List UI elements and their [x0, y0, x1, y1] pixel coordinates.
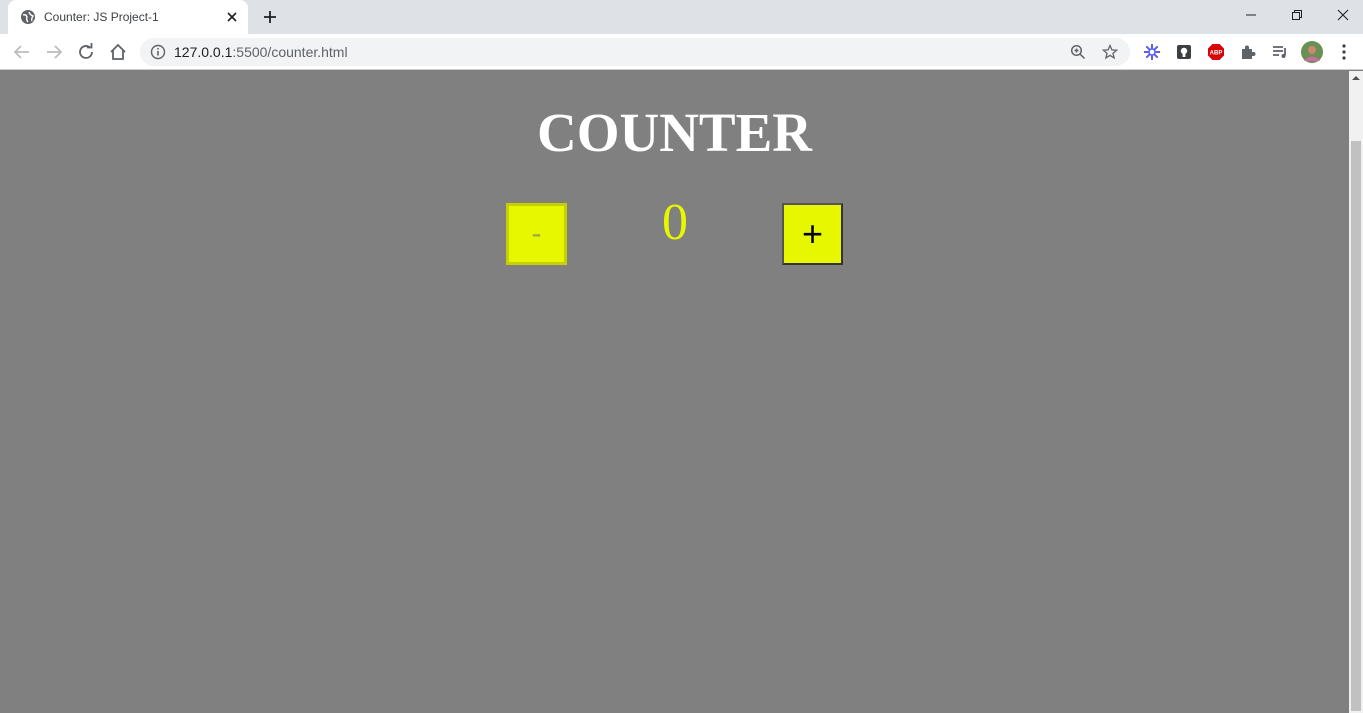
reload-button[interactable] [74, 40, 98, 64]
tab-title: Counter: JS Project-1 [44, 10, 159, 24]
scroll-thumb[interactable] [1351, 141, 1361, 711]
browser-menu-button[interactable] [1334, 42, 1354, 62]
browser-tab[interactable]: Counter: JS Project-1 [8, 0, 248, 34]
url-path: :5500/counter.html [232, 44, 348, 60]
extension-bulb-button[interactable] [1174, 42, 1194, 62]
home-button[interactable] [106, 40, 130, 64]
forward-button[interactable] [42, 40, 66, 64]
adblock-button[interactable]: ABP [1206, 42, 1226, 62]
page-viewport: COUNTER - 0 + [0, 71, 1349, 713]
profile-button[interactable] [1300, 40, 1324, 64]
close-window-button[interactable] [1320, 0, 1363, 30]
increment-button[interactable]: + [782, 203, 843, 265]
bookmark-star-icon[interactable] [1102, 44, 1118, 60]
zoom-icon[interactable] [1070, 44, 1086, 60]
reload-icon [79, 43, 93, 59]
forward-arrow-icon [47, 45, 63, 59]
kebab-menu-icon [1342, 44, 1346, 60]
address-bar[interactable]: 127.0.0.1:5500/counter.html [140, 38, 1130, 66]
site-info-icon[interactable] [150, 44, 166, 60]
close-window-icon [1337, 9, 1349, 21]
vertical-scrollbar[interactable] [1349, 71, 1363, 713]
extensions-button[interactable] [1238, 42, 1258, 62]
scroll-up-arrow[interactable] [1349, 71, 1363, 85]
minimize-icon [1246, 14, 1256, 16]
url-host: 127.0.0.1 [174, 44, 233, 60]
extension-asterisk-button[interactable] [1142, 42, 1162, 62]
adblock-icon: ABP [1208, 44, 1224, 60]
playlist-icon [1273, 46, 1286, 58]
minimize-button[interactable] [1228, 0, 1274, 30]
home-icon [110, 43, 126, 60]
decrement-button[interactable]: - [506, 203, 567, 265]
browser-toolbar: 127.0.0.1:5500/counter.html ABP [0, 34, 1363, 70]
asterisk-extension-icon [1144, 44, 1160, 60]
restore-button[interactable] [1274, 0, 1320, 30]
new-tab-icon[interactable] [258, 6, 282, 28]
url-text: 127.0.0.1:5500/counter.html [174, 44, 348, 60]
close-tab-icon[interactable] [224, 9, 240, 25]
counter-value: 0 [662, 194, 688, 251]
puzzle-icon [1242, 45, 1256, 59]
triangle-up-icon [1352, 76, 1360, 80]
tab-strip: Counter: JS Project-1 [0, 0, 1363, 34]
svg-text:ABP: ABP [1210, 51, 1223, 57]
back-arrow-icon [13, 45, 29, 59]
avatar [1301, 41, 1323, 63]
back-button[interactable] [10, 40, 34, 64]
globe-icon [21, 10, 35, 24]
restore-icon [1292, 10, 1302, 20]
page-title: COUNTER [536, 102, 813, 163]
lightbulb-extension-icon [1177, 45, 1191, 59]
media-controls-button[interactable] [1270, 42, 1290, 62]
